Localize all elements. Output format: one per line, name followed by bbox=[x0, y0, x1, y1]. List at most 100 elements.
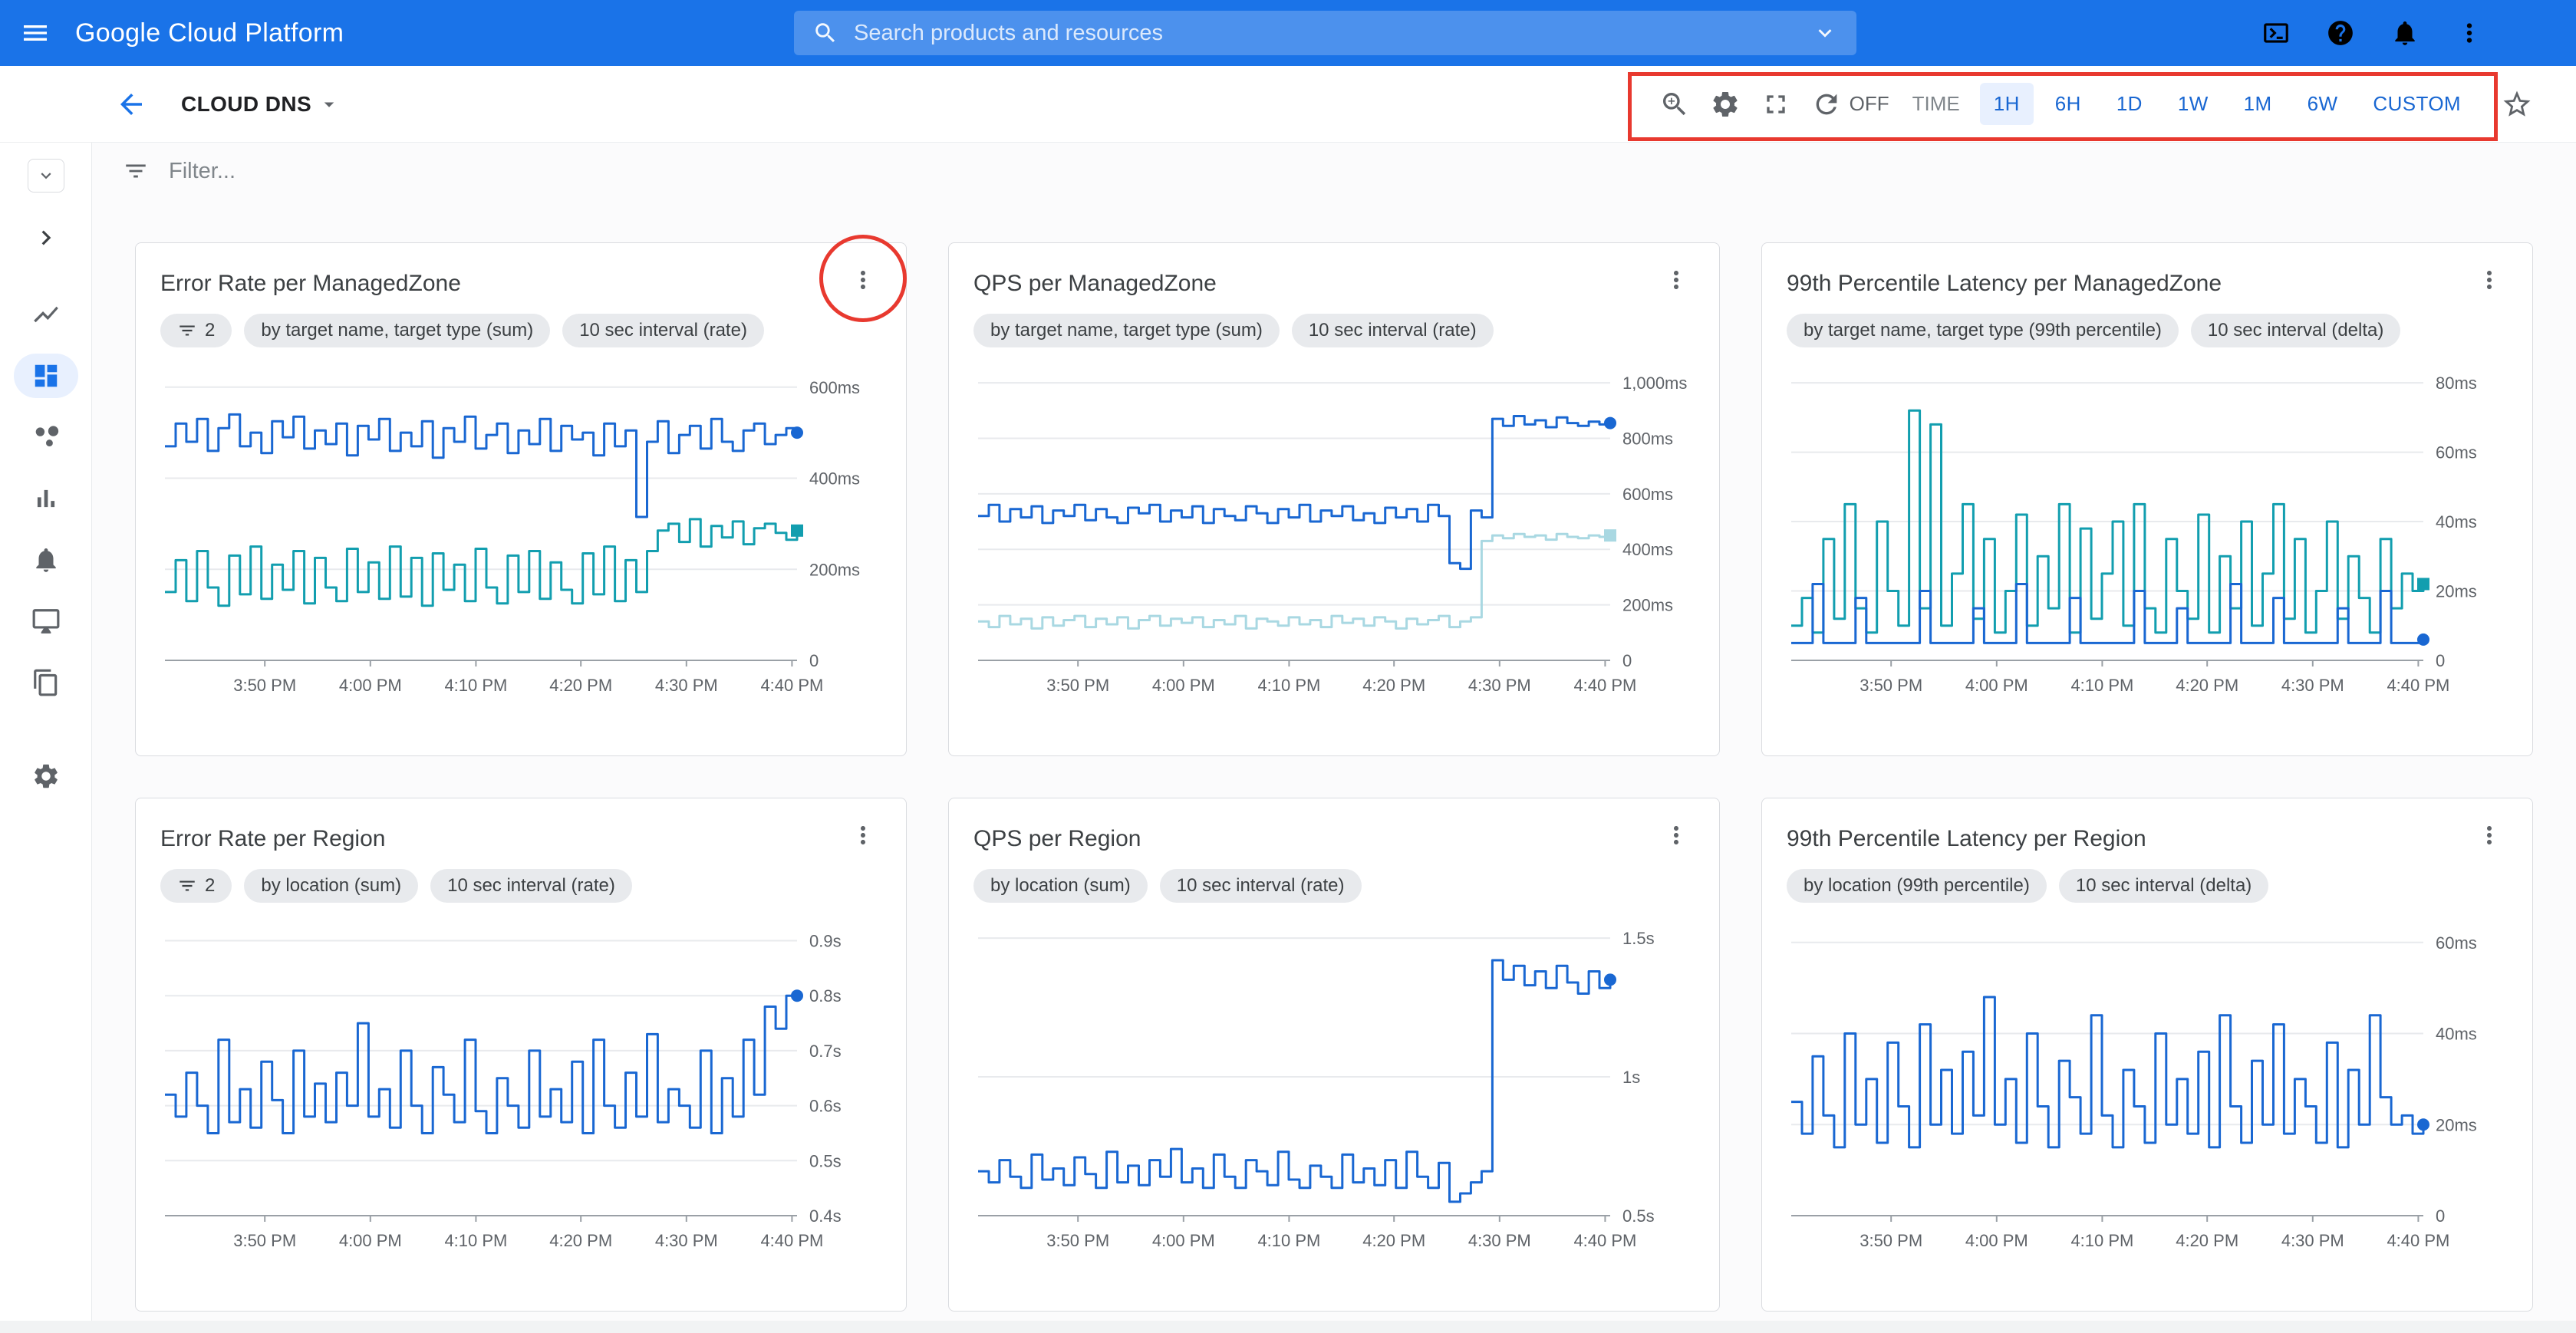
chip[interactable]: 10 sec interval (rate) bbox=[1292, 314, 1494, 347]
notifications-button[interactable] bbox=[2390, 18, 2420, 48]
chip[interactable]: by location (sum) bbox=[973, 869, 1148, 903]
svg-text:400ms: 400ms bbox=[1622, 540, 1673, 559]
chevron-right-icon bbox=[31, 223, 61, 252]
search-bar[interactable] bbox=[794, 11, 1856, 55]
bubbles-icon bbox=[31, 423, 61, 452]
time-range-1m[interactable]: 1M bbox=[2230, 83, 2286, 125]
time-range-6w[interactable]: 6W bbox=[2294, 83, 2352, 125]
chip[interactable]: by location (99th percentile) bbox=[1787, 869, 2047, 903]
sidebar-item-alerting[interactable] bbox=[14, 538, 78, 582]
workspace-dropdown-button[interactable] bbox=[28, 159, 64, 193]
chart-area[interactable]: 0200ms400ms600ms3:50 PM4:00 PM4:10 PM4:2… bbox=[160, 355, 881, 708]
svg-text:4:00 PM: 4:00 PM bbox=[1152, 676, 1215, 695]
svg-text:4:30 PM: 4:30 PM bbox=[1468, 676, 1531, 695]
chip[interactable]: by target name, target type (sum) bbox=[244, 314, 550, 347]
chart-area[interactable]: 0.4s0.5s0.6s0.7s0.8s0.9s3:50 PM4:00 PM4:… bbox=[160, 910, 881, 1263]
dashboard-selector[interactable]: CLOUD DNS bbox=[181, 92, 341, 117]
chip-row: by target name, target type (sum) 10 sec … bbox=[973, 314, 1695, 347]
svg-text:20ms: 20ms bbox=[2436, 582, 2477, 601]
chip[interactable]: 10 sec interval (rate) bbox=[562, 314, 764, 347]
main-content: Error Rate per ManagedZone 2 by target na… bbox=[92, 143, 2576, 1333]
svg-text:0: 0 bbox=[1622, 651, 1632, 670]
filter-input[interactable] bbox=[169, 159, 2545, 184]
chart-area[interactable]: 020ms40ms60ms80ms3:50 PM4:00 PM4:10 PM4:… bbox=[1787, 355, 2508, 708]
filter-count-chip[interactable]: 2 bbox=[160, 314, 232, 347]
help-button[interactable] bbox=[2326, 18, 2355, 48]
time-range-1h[interactable]: 1H bbox=[1980, 83, 2034, 125]
more-options-button[interactable] bbox=[2455, 18, 2484, 48]
time-range-6h[interactable]: 6H bbox=[2041, 83, 2095, 125]
chart-more-button[interactable] bbox=[845, 817, 881, 854]
chip[interactable]: 10 sec interval (rate) bbox=[1160, 869, 1362, 903]
svg-text:1.5s: 1.5s bbox=[1622, 929, 1655, 948]
dashboard-toolbar: CLOUD DNS OFF TIME 1H6H1D1W1M6WCUSTOM bbox=[0, 66, 2576, 143]
chart-more-button[interactable] bbox=[2471, 817, 2508, 854]
favorite-button[interactable] bbox=[2501, 88, 2533, 120]
chip-row: by target name, target type (99th percen… bbox=[1787, 314, 2508, 347]
time-range-1w[interactable]: 1W bbox=[2164, 83, 2222, 125]
svg-text:3:50 PM: 3:50 PM bbox=[233, 1231, 296, 1250]
chart-area[interactable]: 020ms40ms60ms3:50 PM4:00 PM4:10 PM4:20 P… bbox=[1787, 910, 2508, 1263]
chart-more-button[interactable] bbox=[2471, 262, 2508, 298]
sidebar-item-dashboards[interactable] bbox=[14, 354, 78, 398]
chip[interactable]: 10 sec interval (rate) bbox=[430, 869, 632, 903]
chart-title: Error Rate per Region bbox=[160, 826, 385, 852]
time-range-custom[interactable]: CUSTOM bbox=[2359, 83, 2475, 125]
filter-bar[interactable] bbox=[92, 143, 2576, 199]
svg-text:4:00 PM: 4:00 PM bbox=[339, 676, 402, 695]
sidebar-expand-button[interactable] bbox=[31, 223, 61, 252]
chip[interactable]: by target name, target type (sum) bbox=[973, 314, 1280, 347]
sidebar-item-metrics-explorer[interactable] bbox=[14, 292, 78, 337]
cloud-shell-icon bbox=[2261, 18, 2291, 48]
back-button[interactable] bbox=[115, 88, 147, 120]
fullscreen-button[interactable] bbox=[1761, 89, 1791, 120]
auto-refresh-button[interactable]: OFF bbox=[1811, 89, 1889, 120]
svg-text:40ms: 40ms bbox=[2436, 1025, 2477, 1044]
chart-title: QPS per ManagedZone bbox=[973, 271, 1217, 297]
chart-title: Error Rate per ManagedZone bbox=[160, 271, 461, 297]
chart-card: QPS per Region by location (sum)10 sec i… bbox=[948, 798, 1720, 1312]
svg-text:4:20 PM: 4:20 PM bbox=[1362, 1231, 1425, 1250]
chip[interactable]: by target name, target type (99th percen… bbox=[1787, 314, 2179, 347]
settings-button[interactable] bbox=[1710, 89, 1741, 120]
back-arrow-icon bbox=[115, 88, 147, 120]
chart-area[interactable]: 0.5s1s1.5s3:50 PM4:00 PM4:10 PM4:20 PM4:… bbox=[973, 910, 1695, 1263]
chevron-down-icon[interactable] bbox=[1812, 20, 1838, 46]
chip[interactable]: 10 sec interval (delta) bbox=[2191, 314, 2400, 347]
monitor-icon bbox=[31, 607, 61, 636]
horizontal-scrollbar[interactable] bbox=[0, 1321, 2576, 1333]
svg-text:4:30 PM: 4:30 PM bbox=[2281, 676, 2344, 695]
chart-more-button[interactable] bbox=[1658, 262, 1695, 298]
zoom-in-button[interactable] bbox=[1659, 89, 1690, 120]
chart-more-button[interactable] bbox=[1658, 817, 1695, 854]
hamburger-menu-button[interactable] bbox=[8, 0, 63, 66]
svg-text:0.8s: 0.8s bbox=[809, 986, 842, 1006]
cards-grid: Error Rate per ManagedZone 2 by target na… bbox=[92, 199, 2576, 1312]
chip[interactable]: by location (sum) bbox=[244, 869, 418, 903]
chart-area[interactable]: 0200ms400ms600ms800ms1,000ms3:50 PM4:00 … bbox=[973, 355, 1695, 708]
sidebar-item-reports[interactable] bbox=[14, 476, 78, 521]
svg-text:4:00 PM: 4:00 PM bbox=[1965, 1231, 2028, 1250]
cloud-shell-button[interactable] bbox=[2261, 18, 2291, 48]
chart-more-button[interactable] bbox=[845, 262, 881, 298]
search-input[interactable] bbox=[854, 21, 1797, 46]
sidebar-item-uptime-checks[interactable] bbox=[14, 599, 78, 643]
brand-title: Google Cloud Platform bbox=[75, 18, 344, 48]
more-vert-icon bbox=[1662, 821, 1690, 849]
sidebar-item-services[interactable] bbox=[14, 415, 78, 459]
chip[interactable]: 10 sec interval (delta) bbox=[2059, 869, 2268, 903]
svg-text:60ms: 60ms bbox=[2436, 933, 2477, 953]
fullscreen-icon bbox=[1761, 89, 1791, 120]
more-vert-icon bbox=[2476, 266, 2503, 294]
time-range-1d[interactable]: 1D bbox=[2103, 83, 2156, 125]
help-icon bbox=[2326, 18, 2355, 48]
star-icon bbox=[2501, 88, 2533, 120]
sidebar-item-groups[interactable] bbox=[14, 660, 78, 705]
filter-count-chip[interactable]: 2 bbox=[160, 869, 232, 903]
bell-icon bbox=[31, 545, 61, 574]
dashboard-icon bbox=[31, 361, 61, 390]
sidebar-item-settings[interactable] bbox=[14, 754, 78, 798]
svg-text:4:00 PM: 4:00 PM bbox=[1965, 676, 2028, 695]
svg-text:4:30 PM: 4:30 PM bbox=[655, 676, 718, 695]
dropdown-caret-icon bbox=[318, 93, 341, 116]
